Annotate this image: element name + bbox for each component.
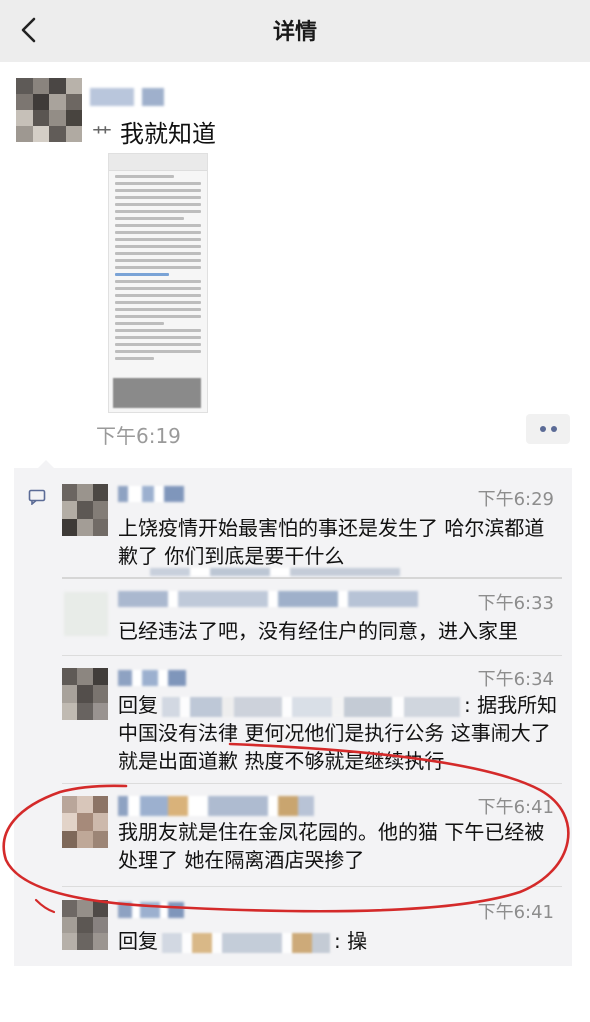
comment-time: 下午6:41: [477, 797, 554, 818]
comment-avatar[interactable]: [62, 668, 108, 720]
comment-avatar[interactable]: [64, 592, 108, 636]
comment-text: 上饶疫情开始最害怕的事还是发生了 哈尔滨都道歉了 你们到底是要干什么: [118, 516, 545, 568]
comment-avatar[interactable]: [62, 796, 108, 848]
comment-author-name[interactable]: [118, 670, 186, 686]
comment-author-name[interactable]: [118, 902, 184, 918]
post-author-avatar[interactable]: [16, 78, 82, 142]
more-dots-icon[interactable]: [526, 414, 570, 444]
comment-time: 下午6:29: [477, 489, 554, 510]
comment-time: 下午6:34: [477, 669, 554, 690]
reply-body: : 操: [334, 929, 368, 953]
comment-author-name[interactable]: [118, 796, 314, 816]
comment-text: 回复: 据我所知中国没有法律 更何况他们是执行公务 这事闹大了就是出面道歉 热度…: [118, 691, 558, 775]
comment-author-name[interactable]: [118, 486, 184, 502]
comment-divider: [62, 886, 562, 887]
reply-prefix: 回复: [118, 693, 158, 717]
post-image[interactable]: [108, 153, 208, 413]
comment-divider: [62, 655, 562, 656]
post-prefix: 艹: [92, 123, 112, 147]
comment-text: 回复 : 操: [118, 927, 558, 955]
page-title: 详情: [272, 20, 317, 45]
reply-target-blurred[interactable]: [162, 932, 330, 953]
comment-divider: [62, 577, 562, 579]
comment-time: 下午6:41: [477, 902, 554, 923]
post-time: 下午6:19: [96, 424, 181, 448]
comment-avatar[interactable]: [62, 900, 108, 950]
top-bar: 详情: [0, 0, 590, 62]
comment-text: 我朋友就是住在金凤花园的。他的猫 下午已经被处理了 她在隔离酒店哭掺了: [118, 820, 545, 872]
blurred-strip: [150, 568, 400, 576]
comment-text: 已经违法了吧，没有经住户的同意，进入家里: [118, 619, 518, 643]
post-author-name[interactable]: [90, 88, 164, 106]
comment-avatar[interactable]: [62, 484, 108, 536]
comment-divider: [62, 783, 562, 784]
comment-icon: [28, 489, 46, 505]
comment-time: 下午6:33: [477, 593, 554, 614]
reply-target-blurred[interactable]: [162, 696, 460, 717]
comment-author-name[interactable]: [118, 591, 418, 607]
reply-prefix: 回复: [118, 929, 158, 953]
post-text: 艹我就知道: [92, 114, 216, 149]
post-body: 我就知道: [120, 120, 216, 148]
